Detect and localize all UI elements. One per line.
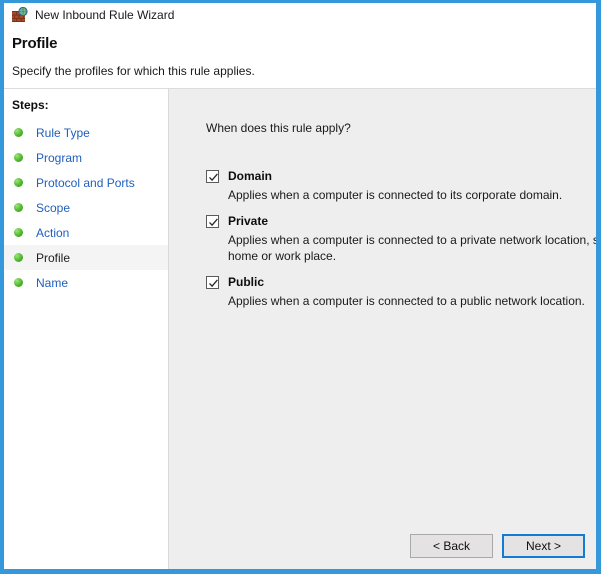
sidebar-item-scope[interactable]: Scope <box>4 195 168 220</box>
option-head: Public <box>206 274 596 290</box>
steps-list: Rule Type Program Protocol and Ports Scope A… <box>4 120 168 295</box>
checkmark-icon <box>208 278 219 289</box>
sidebar-item-label: Profile <box>36 251 70 265</box>
step-bullet-icon <box>14 253 23 262</box>
option-label: Private <box>228 214 268 228</box>
page-title: Profile <box>12 35 57 52</box>
steps-heading: Steps: <box>4 89 168 112</box>
profile-option-public: PublicApplies when a computer is connect… <box>206 274 596 309</box>
sidebar-item-label: Action <box>36 226 69 240</box>
checkbox-domain[interactable] <box>206 170 219 183</box>
sidebar-item-label: Protocol and Ports <box>36 176 135 190</box>
option-head: Domain <box>206 168 596 184</box>
content-pane: When does this rule apply? DomainApplies… <box>170 89 596 569</box>
step-bullet-icon <box>14 203 23 212</box>
sidebar-item-name[interactable]: Name <box>4 270 168 295</box>
step-bullet-icon <box>14 178 23 187</box>
step-bullet-icon <box>14 153 23 162</box>
page-subtitle: Specify the profiles for which this rule… <box>12 64 255 78</box>
title-bar: New Inbound Rule Wizard <box>4 3 596 27</box>
option-head: Private <box>206 213 596 229</box>
sidebar-item-label: Scope <box>36 201 70 215</box>
sidebar-item-label: Rule Type <box>36 126 90 140</box>
steps-panel: Steps: Rule Type Program Protocol and Port… <box>4 89 169 569</box>
sidebar-item-label: Name <box>36 276 68 290</box>
checkmark-icon <box>208 217 219 228</box>
option-description: Applies when a computer is connected to … <box>206 187 601 203</box>
checkbox-public[interactable] <box>206 276 219 289</box>
firewall-globe-icon <box>12 7 28 23</box>
step-bullet-icon <box>14 278 23 287</box>
sidebar-item-program[interactable]: Program <box>4 145 168 170</box>
option-label: Domain <box>228 169 272 183</box>
profile-options-group: DomainApplies when a computer is connect… <box>206 168 596 319</box>
step-bullet-icon <box>14 128 23 137</box>
sidebar-item-action[interactable]: Action <box>4 220 168 245</box>
sidebar-item-protocol-and-ports[interactable]: Protocol and Ports <box>4 170 168 195</box>
step-bullet-icon <box>14 228 23 237</box>
next-button[interactable]: Next > <box>502 534 585 558</box>
header-band: Profile Specify the profiles for which t… <box>4 27 596 89</box>
body-area: Steps: Rule Type Program Protocol and Port… <box>4 89 596 569</box>
option-description: Applies when a computer is connected to … <box>206 232 601 264</box>
profile-option-private: PrivateApplies when a computer is connec… <box>206 213 596 264</box>
profile-option-domain: DomainApplies when a computer is connect… <box>206 168 596 203</box>
sidebar-item-profile[interactable]: Profile <box>4 245 168 270</box>
wizard-window: New Inbound Rule Wizard Profile Specify … <box>0 0 601 574</box>
sidebar-item-label: Program <box>36 151 82 165</box>
checkmark-icon <box>208 172 219 183</box>
option-label: Public <box>228 275 264 289</box>
footer-buttons: < Back Next > <box>410 534 585 558</box>
back-button[interactable]: < Back <box>410 534 493 558</box>
content-question: When does this rule apply? <box>206 121 351 135</box>
sidebar-item-rule-type[interactable]: Rule Type <box>4 120 168 145</box>
checkbox-private[interactable] <box>206 215 219 228</box>
window-title: New Inbound Rule Wizard <box>35 8 174 22</box>
option-description: Applies when a computer is connected to … <box>206 293 601 309</box>
